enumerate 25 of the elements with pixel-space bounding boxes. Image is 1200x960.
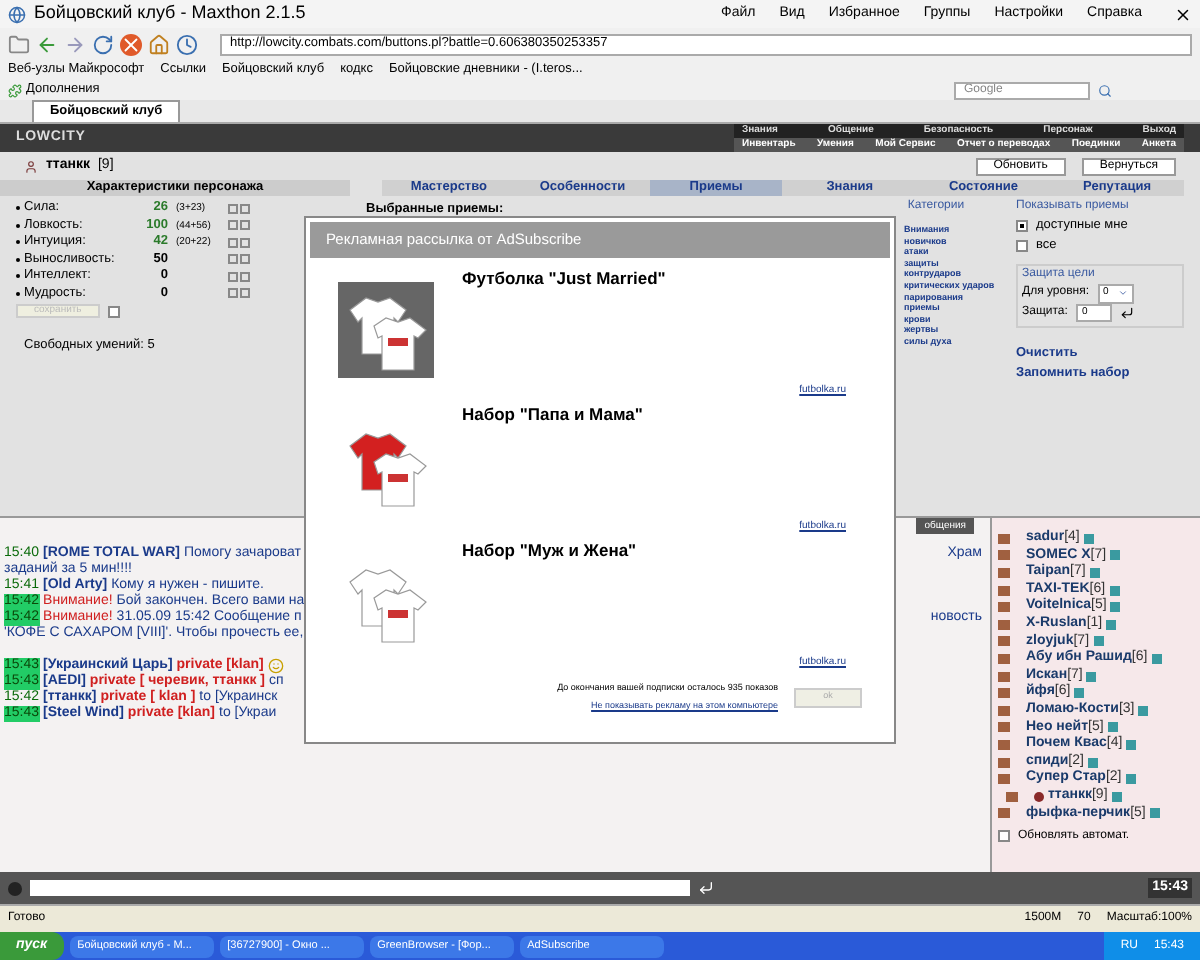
product-title: Набор "Муж и Жена"	[462, 538, 639, 564]
window-title: Бойцовский клуб - Maxthon 2.1.5	[34, 0, 306, 27]
refresh-icon[interactable]	[92, 33, 114, 55]
enter-icon[interactable]	[1119, 305, 1134, 320]
chat-input-field[interactable]	[30, 880, 690, 896]
browser-icon	[8, 5, 26, 23]
addons-icon[interactable]	[8, 83, 22, 97]
user-icon	[1034, 791, 1044, 802]
search-icon[interactable]	[1098, 83, 1112, 97]
enter-icon[interactable]	[698, 880, 714, 896]
stop-icon[interactable]	[120, 33, 142, 55]
character-icon	[24, 159, 38, 173]
product-title: Футболка "Just Married"	[462, 266, 668, 292]
home-icon[interactable]	[148, 33, 170, 55]
product-title: Набор "Папа и Мама"	[462, 402, 645, 428]
smiley-icon	[267, 658, 284, 674]
radio-button[interactable]	[1016, 220, 1028, 232]
clock-icon[interactable]	[176, 33, 198, 55]
back-icon[interactable]	[36, 33, 58, 55]
chevron-down-icon	[1117, 288, 1128, 299]
forward-icon[interactable]	[64, 33, 86, 55]
t-shirt-drawing	[338, 282, 434, 378]
auto-refresh-checkbox[interactable]	[998, 830, 1010, 843]
close-icon[interactable]	[1174, 5, 1192, 23]
radio-button[interactable]	[1016, 240, 1028, 252]
